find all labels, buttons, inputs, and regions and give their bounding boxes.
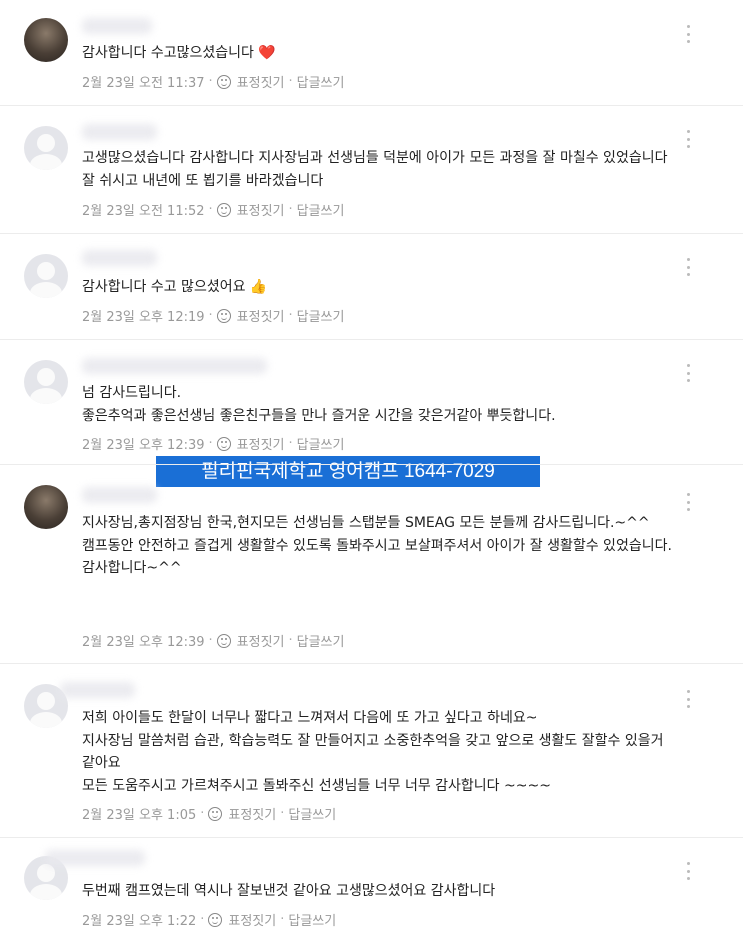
avatar[interactable] <box>24 485 68 529</box>
more-options-icon[interactable] <box>685 130 691 148</box>
comment-item: 저희 아이들도 한달이 너무나 짧다고 느껴져서 다음에 또 가고 싶다고 하네… <box>0 664 743 838</box>
more-options-icon[interactable] <box>685 493 691 511</box>
author-name[interactable] <box>82 487 157 503</box>
smile-icon[interactable] <box>216 633 231 648</box>
avatar[interactable] <box>24 254 68 298</box>
thumbs-up-emoji: 👍 <box>249 279 268 295</box>
author-name[interactable] <box>82 124 157 140</box>
author-name[interactable] <box>82 18 152 34</box>
react-button[interactable]: 표정짓기 <box>228 804 276 823</box>
more-options-icon[interactable] <box>685 862 691 880</box>
more-options-icon[interactable] <box>685 258 691 276</box>
comment-date: 2월 23일 오후 12:19 <box>82 310 205 325</box>
react-button[interactable]: 표정짓기 <box>228 910 276 929</box>
comment-text: 넘 감사드립니다. 좋은추억과 좋은선생님 좋은친구들을 만나 즐거운 시간을 … <box>82 385 556 424</box>
reply-button[interactable]: 답글쓰기 <box>288 804 336 823</box>
heart-emoji: ❤️ <box>258 45 276 61</box>
react-button[interactable]: 표정짓기 <box>237 72 285 91</box>
comment-meta: 2월 23일 오후 12:39 · 표정짓기 · 답글쓰기 <box>82 434 345 453</box>
reply-button[interactable]: 답글쓰기 <box>297 200 345 219</box>
comment-meta: 2월 23일 오후 1:05 · 표정짓기 · 답글쓰기 <box>82 804 337 823</box>
comment-date: 2월 23일 오전 11:37 <box>82 76 205 91</box>
comment-item: 두번째 캠프였는데 역시나 잘보낸것 같아요 고생많으셨어요 감사합니다 2월 … <box>0 838 743 940</box>
more-options-icon[interactable] <box>685 364 691 382</box>
comment-text: 감사합니다 수고많으셨습니다 ❤️ <box>82 45 276 61</box>
comment-date: 2월 23일 오후 12:39 <box>82 438 205 453</box>
comment-date: 2월 23일 오전 11:52 <box>82 204 205 219</box>
comment-meta: 2월 23일 오후 12:39 · 표정짓기 · 답글쓰기 <box>82 631 345 650</box>
smile-icon[interactable] <box>216 308 231 323</box>
reply-button[interactable]: 답글쓰기 <box>297 306 345 325</box>
comment-meta: 2월 23일 오전 11:52 · 표정짓기 · 답글쓰기 <box>82 200 345 219</box>
comment-item: 지사장님,총지점장님 한국,현지모든 선생님들 스탭분들 SMEAG 모든 분들… <box>0 464 743 664</box>
react-button[interactable]: 표정짓기 <box>237 200 285 219</box>
comment-text: 두번째 캠프였는데 역시나 잘보낸것 같아요 고생많으셨어요 감사합니다 <box>82 883 496 899</box>
author-name[interactable] <box>82 250 157 266</box>
reply-button[interactable]: 답글쓰기 <box>297 72 345 91</box>
author-name[interactable] <box>82 358 267 374</box>
comment-text: 저희 아이들도 한달이 너무나 짧다고 느껴져서 다음에 또 가고 싶다고 하네… <box>82 710 664 794</box>
comment-text: 감사합니다 수고 많으셨어요 👍 <box>82 279 268 295</box>
comment-item: 감사합니다 수고많으셨습니다 ❤️ 2월 23일 오전 11:37 · 표정짓기 ·… <box>0 0 743 106</box>
avatar[interactable] <box>24 126 68 170</box>
comment-date: 2월 23일 오후 1:05 <box>82 808 197 823</box>
comment-text: 지사장님,총지점장님 한국,현지모든 선생님들 스탭분들 SMEAG 모든 분들… <box>82 515 672 576</box>
smile-icon[interactable] <box>216 202 231 217</box>
react-button[interactable]: 표정짓기 <box>237 434 285 453</box>
comment-meta: 2월 23일 오전 11:37 · 표정짓기 · 답글쓰기 <box>82 72 345 91</box>
reply-button[interactable]: 답글쓰기 <box>288 910 336 929</box>
comment-item: 고생많으셨습니다 감사합니다 지사장님과 선생님들 덕분에 아이가 모든 과정을… <box>0 106 743 234</box>
avatar[interactable] <box>24 18 68 62</box>
comment-meta: 2월 23일 오후 12:19 · 표정짓기 · 답글쓰기 <box>82 306 345 325</box>
more-options-icon[interactable] <box>685 690 691 708</box>
comment-meta: 2월 23일 오후 1:22 · 표정짓기 · 답글쓰기 <box>82 910 337 929</box>
smile-icon[interactable] <box>208 806 223 821</box>
comment-date: 2월 23일 오후 12:39 <box>82 635 205 650</box>
smile-icon[interactable] <box>216 74 231 89</box>
comment-item: 감사합니다 수고 많으셨어요 👍 2월 23일 오후 12:19 · 표정짓기 · … <box>0 234 743 340</box>
react-button[interactable]: 표정짓기 <box>237 631 285 650</box>
react-button[interactable]: 표정짓기 <box>237 306 285 325</box>
comment-date: 2월 23일 오후 1:22 <box>82 914 197 929</box>
author-name[interactable] <box>60 682 135 698</box>
more-options-icon[interactable] <box>685 25 691 43</box>
avatar[interactable] <box>24 360 68 404</box>
reply-button[interactable]: 답글쓰기 <box>297 631 345 650</box>
author-name[interactable] <box>45 850 145 866</box>
reply-button[interactable]: 답글쓰기 <box>297 434 345 453</box>
smile-icon[interactable] <box>208 912 223 927</box>
smile-icon[interactable] <box>216 436 231 451</box>
comment-item: 넘 감사드립니다. 좋은추억과 좋은선생님 좋은친구들을 만나 즐거운 시간을 … <box>0 340 743 464</box>
comment-text: 고생많으셨습니다 감사합니다 지사장님과 선생님들 덕분에 아이가 모든 과정을… <box>82 150 668 189</box>
